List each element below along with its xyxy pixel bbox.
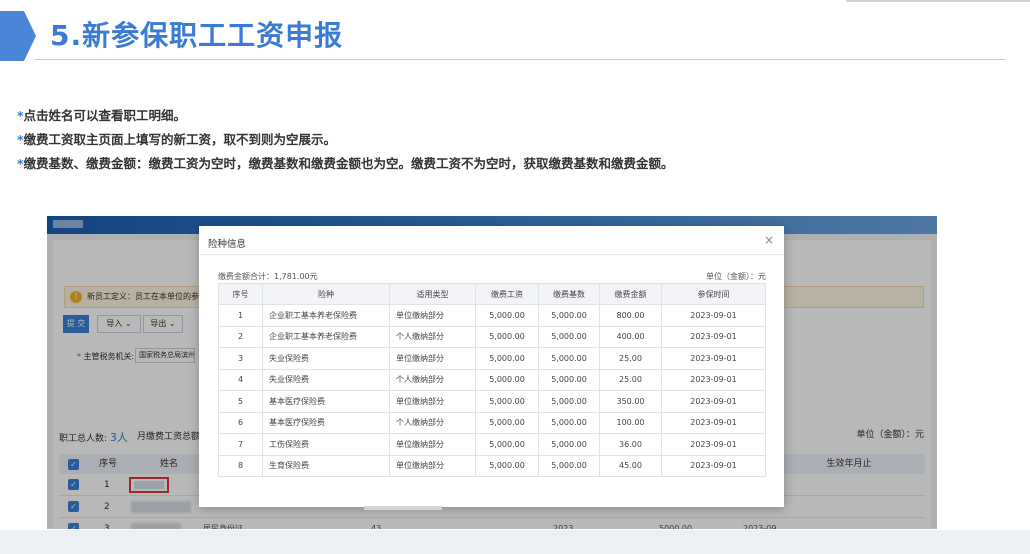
table-row: 7 工伤保险费 单位缴纳部分 5,000.00 5,000.00 36.00 2… bbox=[218, 433, 766, 456]
table-row: 1 企业职工基本养老保险费 单位缴纳部分 5,000.00 5,000.00 8… bbox=[218, 304, 766, 327]
cell-wage: 5,000.00 bbox=[475, 433, 539, 456]
cell-insurance-type: 生育保险费 bbox=[262, 454, 390, 477]
note-text: 缴费工资取主页面上填写的新工资，取不到则为空展示。 bbox=[23, 132, 337, 147]
cell-base: 5,000.00 bbox=[538, 454, 600, 477]
cell-insurance-type: 失业保险费 bbox=[262, 368, 390, 391]
col-applicable-type: 适用类型 bbox=[389, 283, 476, 305]
col-contribution-base: 缴费基数 bbox=[538, 283, 600, 305]
cell-insurance-type: 企业职工基本养老保险费 bbox=[262, 304, 390, 327]
cell-index: 1 bbox=[218, 304, 263, 327]
cell-wage: 5,000.00 bbox=[475, 390, 539, 413]
header-arrow-icon bbox=[0, 11, 36, 61]
table-row: 8 生育保险费 单位缴纳部分 5,000.00 5,000.00 45.00 2… bbox=[218, 454, 766, 477]
cell-wage: 5,000.00 bbox=[475, 454, 539, 477]
table-row: 6 基本医疗保险费 个人缴纳部分 5,000.00 5,000.00 100.0… bbox=[218, 411, 766, 434]
table-row: 3 失业保险费 单位缴纳部分 5,000.00 5,000.00 25.00 2… bbox=[218, 347, 766, 370]
cell-amount: 45.00 bbox=[599, 454, 662, 477]
cell-applicable-type: 个人缴纳部分 bbox=[389, 411, 476, 434]
cell-amount: 25.00 bbox=[599, 368, 662, 391]
dialog-divider bbox=[199, 254, 784, 255]
cell-amount: 36.00 bbox=[599, 433, 662, 456]
col-enroll-date: 参保时间 bbox=[661, 283, 766, 305]
cell-wage: 5,000.00 bbox=[475, 325, 539, 348]
dialog-scrollbar[interactable] bbox=[364, 506, 442, 510]
cell-amount: 400.00 bbox=[599, 325, 662, 348]
cell-index: 8 bbox=[218, 454, 263, 477]
cell-insurance-type: 企业职工基本养老保险费 bbox=[262, 325, 390, 348]
col-contribution-wage: 缴费工资 bbox=[475, 283, 539, 305]
cell-applicable-type: 个人缴纳部分 bbox=[389, 368, 476, 391]
col-insurance-type: 险种 bbox=[262, 283, 390, 305]
close-icon[interactable]: × bbox=[764, 233, 774, 247]
dialog-title: 险种信息 bbox=[208, 239, 247, 250]
cell-index: 2 bbox=[218, 325, 263, 348]
cell-wage: 5,000.00 bbox=[475, 347, 539, 370]
cell-applicable-type: 个人缴纳部分 bbox=[389, 325, 476, 348]
notes-block: *点击姓名可以查看职工明细。 *缴费工资取主页面上填写的新工资，取不到则为空展示… bbox=[17, 104, 674, 176]
cell-index: 7 bbox=[218, 433, 263, 456]
table-row: 2 企业职工基本养老保险费 个人缴纳部分 5,000.00 5,000.00 4… bbox=[218, 325, 766, 348]
cell-date: 2023-09-01 bbox=[661, 325, 766, 348]
cell-base: 5,000.00 bbox=[538, 325, 600, 348]
cell-date: 2023-09-01 bbox=[661, 368, 766, 391]
table-row: 4 失业保险费 个人缴纳部分 5,000.00 5,000.00 25.00 2… bbox=[218, 368, 766, 391]
cell-amount: 25.00 bbox=[599, 347, 662, 370]
cell-applicable-type: 单位缴纳部分 bbox=[389, 433, 476, 456]
cell-index: 5 bbox=[218, 390, 263, 413]
cell-insurance-type: 失业保险费 bbox=[262, 347, 390, 370]
dialog-unit-label: 单位（金额）：元 bbox=[706, 272, 766, 281]
note-text: 点击姓名可以查看职工明细。 bbox=[23, 108, 187, 123]
cell-amount: 100.00 bbox=[599, 411, 662, 434]
cell-amount: 350.00 bbox=[599, 390, 662, 413]
cell-date: 2023-09-01 bbox=[661, 433, 766, 456]
insurance-info-dialog: 险种信息 × 缴费金额合计：1,781.00元 单位（金额）：元 序号 险种 适… bbox=[199, 226, 784, 510]
note-line: *点击姓名可以查看职工明细。 bbox=[17, 104, 674, 128]
cell-applicable-type: 单位缴纳部分 bbox=[389, 454, 476, 477]
note-line: *缴费基数、缴费金额：缴费工资为空时，缴费基数和缴费金额也为空。缴费工资不为空时… bbox=[17, 152, 674, 176]
cell-index: 4 bbox=[218, 368, 263, 391]
cell-date: 2023-09-01 bbox=[661, 347, 766, 370]
col-index: 序号 bbox=[218, 283, 263, 305]
note-line: *缴费工资取主页面上填写的新工资，取不到则为空展示。 bbox=[17, 128, 674, 152]
cell-index: 3 bbox=[218, 347, 263, 370]
cell-date: 2023-09-01 bbox=[661, 454, 766, 477]
cell-insurance-type: 基本医疗保险费 bbox=[262, 411, 390, 434]
cell-insurance-type: 基本医疗保险费 bbox=[262, 390, 390, 413]
cell-applicable-type: 单位缴纳部分 bbox=[389, 304, 476, 327]
cell-base: 5,000.00 bbox=[538, 347, 600, 370]
insurance-table-header: 序号 险种 适用类型 缴费工资 缴费基数 缴费金额 参保时间 bbox=[218, 283, 766, 305]
slide-title: 5.新参保职工工资申报 bbox=[50, 19, 344, 52]
title-divider bbox=[34, 59, 1006, 60]
cell-base: 5,000.00 bbox=[538, 433, 600, 456]
cell-insurance-type: 工伤保险费 bbox=[262, 433, 390, 456]
cell-base: 5,000.00 bbox=[538, 368, 600, 391]
cell-wage: 5,000.00 bbox=[475, 304, 539, 327]
insurance-table: 序号 险种 适用类型 缴费工资 缴费基数 缴费金额 参保时间 1 企业职工基本养… bbox=[218, 283, 766, 477]
page-bottom-band bbox=[0, 530, 1030, 554]
top-edge-line bbox=[846, 0, 1030, 2]
cell-date: 2023-09-01 bbox=[661, 411, 766, 434]
cell-date: 2023-09-01 bbox=[661, 390, 766, 413]
cell-date: 2023-09-01 bbox=[661, 304, 766, 327]
cell-wage: 5,000.00 bbox=[475, 411, 539, 434]
cell-applicable-type: 单位缴纳部分 bbox=[389, 347, 476, 370]
cell-base: 5,000.00 bbox=[538, 411, 600, 434]
cell-wage: 5,000.00 bbox=[475, 368, 539, 391]
cell-amount: 800.00 bbox=[599, 304, 662, 327]
note-text: 缴费基数、缴费金额：缴费工资为空时，缴费基数和缴费金额也为空。缴费工资不为空时，… bbox=[23, 156, 674, 171]
cell-applicable-type: 单位缴纳部分 bbox=[389, 390, 476, 413]
cell-base: 5,000.00 bbox=[538, 390, 600, 413]
cell-index: 6 bbox=[218, 411, 263, 434]
table-row: 5 基本医疗保险费 单位缴纳部分 5,000.00 5,000.00 350.0… bbox=[218, 390, 766, 413]
cell-base: 5,000.00 bbox=[538, 304, 600, 327]
col-contribution-amount: 缴费金额 bbox=[599, 283, 662, 305]
total-amount-label: 缴费金额合计：1,781.00元 bbox=[218, 272, 318, 281]
